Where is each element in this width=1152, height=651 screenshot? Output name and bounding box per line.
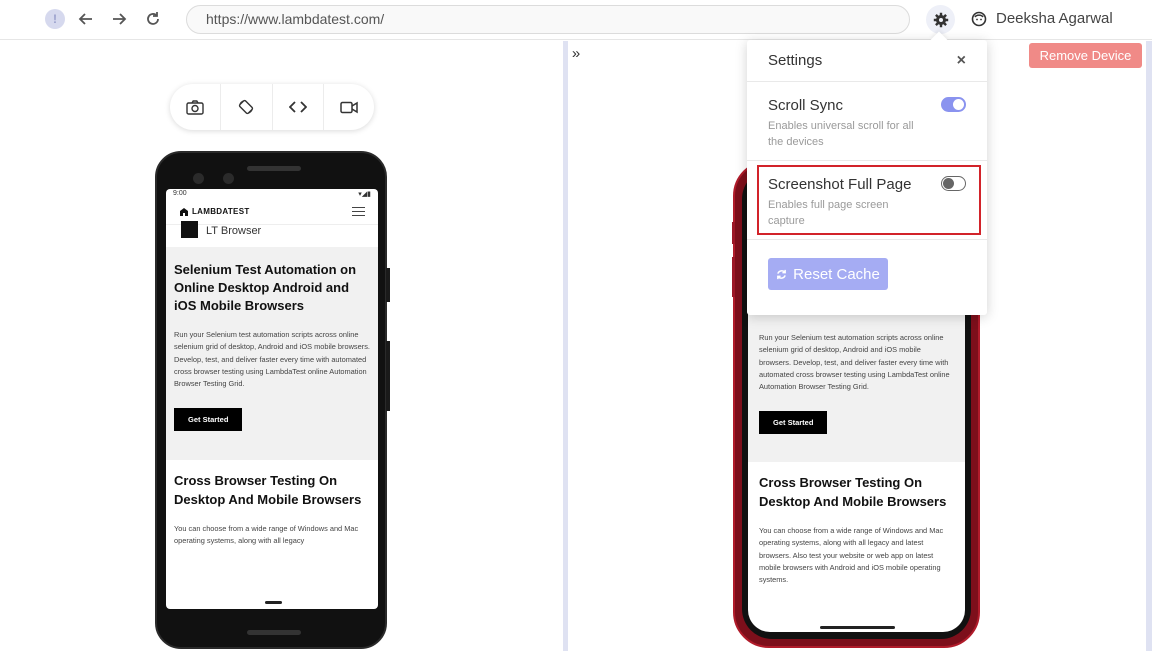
- nav-item-lt-browser[interactable]: LT Browser: [166, 221, 378, 247]
- camera-icon: [186, 99, 204, 115]
- status-bar: 9:00 ▾◢▮: [166, 189, 378, 199]
- section-text: You can choose from a wide range of Wind…: [759, 526, 944, 585]
- pane-divider[interactable]: [563, 41, 568, 651]
- device-tool-bar: [170, 84, 374, 130]
- reset-cache-button[interactable]: Reset Cache: [768, 258, 888, 290]
- get-started-button[interactable]: Get Started: [174, 408, 243, 432]
- scroll-sync-label: Scroll Sync: [768, 97, 844, 114]
- scroll-sync-toggle[interactable]: [941, 97, 966, 112]
- cross-browser-section: Cross Browser Testing On Desktop And Mob…: [166, 460, 378, 560]
- status-time: 9:00: [173, 190, 187, 197]
- url-input[interactable]: https://www.lambdatest.com/: [186, 5, 910, 34]
- android-screen[interactable]: 9:00 ▾◢▮ LAMBDATEST LT Browser Selenium …: [166, 189, 378, 609]
- user-name[interactable]: Deeksha Agarwal: [996, 10, 1113, 27]
- forward-arrow-icon[interactable]: [108, 8, 130, 30]
- right-scroll-rail: [1146, 41, 1152, 651]
- power-button: [386, 268, 390, 302]
- gear-icon: [933, 12, 948, 27]
- bottom-speaker: [247, 630, 301, 635]
- browser-toolbar: ! https://www.lambdatest.com/ Deeksha Ag…: [0, 0, 1152, 40]
- section-text: You can choose from a wide range of Wind…: [174, 524, 359, 546]
- home-indicator: [820, 626, 895, 629]
- lt-browser-icon: [181, 221, 198, 238]
- back-arrow-icon[interactable]: [75, 8, 97, 30]
- lambdatest-logo[interactable]: LAMBDATEST: [179, 207, 250, 217]
- home-indicator: [265, 601, 282, 604]
- hero-section: Run your Selenium test automation script…: [748, 312, 965, 462]
- screenshot-full-page-row: Screenshot Full Page Enables full page s…: [747, 161, 987, 240]
- info-icon[interactable]: !: [45, 9, 65, 29]
- settings-header: Settings ×: [747, 40, 987, 82]
- remove-device-button[interactable]: Remove Device: [1029, 43, 1142, 68]
- settings-popup: Settings × Scroll Sync Enables universal…: [747, 40, 987, 315]
- mute-switch: [732, 222, 735, 244]
- hero-text: Run your Selenium test automation script…: [759, 333, 950, 392]
- collapse-panel-button[interactable]: »: [566, 43, 586, 65]
- top-speaker: [247, 166, 301, 171]
- volume-button: [386, 341, 390, 411]
- settings-title: Settings: [768, 52, 823, 69]
- user-avatar-icon[interactable]: [971, 11, 987, 27]
- settings-button[interactable]: [926, 5, 955, 34]
- iphone-screen[interactable]: Run your Selenium test automation script…: [748, 312, 965, 632]
- front-camera: [193, 173, 204, 184]
- hamburger-menu-icon[interactable]: [352, 207, 365, 216]
- scroll-sync-row: Scroll Sync Enables universal scroll for…: [747, 82, 987, 161]
- screenshot-button[interactable]: [170, 84, 222, 130]
- devtools-button[interactable]: [273, 84, 324, 130]
- volume-up-button: [732, 257, 735, 297]
- rotate-button[interactable]: [221, 84, 273, 130]
- hero-title: Selenium Test Automation on Online Deskt…: [174, 262, 357, 313]
- signal-battery-icon: ▾◢▮: [358, 191, 371, 198]
- hero-section: Selenium Test Automation on Online Deskt…: [166, 247, 378, 460]
- section-title: Cross Browser Testing On Desktop And Mob…: [759, 475, 947, 509]
- scroll-sync-desc: Enables universal scroll for all the dev…: [768, 120, 914, 148]
- cross-browser-section: Cross Browser Testing On Desktop And Mob…: [748, 462, 965, 598]
- screenshot-full-page-desc: Enables full page screen capture: [768, 199, 889, 227]
- android-device-frame: 9:00 ▾◢▮ LAMBDATEST LT Browser Selenium …: [155, 151, 390, 649]
- reload-icon[interactable]: [142, 8, 164, 30]
- refresh-icon: [777, 269, 787, 279]
- code-icon: [288, 101, 307, 113]
- get-started-button[interactable]: Get Started: [759, 411, 828, 435]
- record-video-button[interactable]: [324, 84, 374, 130]
- close-icon[interactable]: ×: [957, 52, 966, 70]
- video-icon: [340, 101, 358, 113]
- screenshot-full-page-label: Screenshot Full Page: [768, 176, 912, 193]
- screenshot-full-page-toggle[interactable]: [941, 176, 966, 191]
- hero-text: Run your Selenium test automation script…: [174, 330, 370, 389]
- rotate-icon: [239, 99, 254, 115]
- front-sensor: [223, 173, 234, 184]
- section-title: Cross Browser Testing On Desktop And Mob…: [174, 473, 362, 507]
